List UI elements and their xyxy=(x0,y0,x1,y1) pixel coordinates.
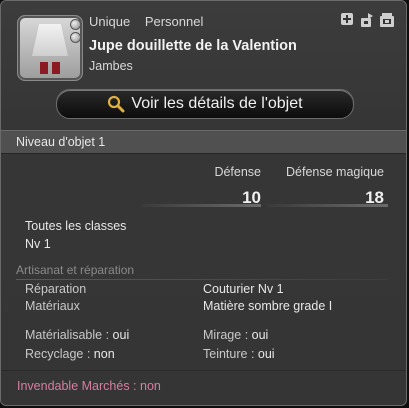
dye-label: Teinture xyxy=(203,347,248,361)
item-level: Niveau d'objet 1 xyxy=(16,135,106,149)
recycle-separator: : xyxy=(83,347,94,361)
plus-icon[interactable] xyxy=(339,12,355,28)
materialize-value: oui xyxy=(112,328,130,342)
class-restriction: Toutes les classes xyxy=(25,219,127,233)
magnifier-icon xyxy=(108,95,125,113)
materialize-separator: : xyxy=(102,328,113,342)
materialize-label: Matérialisable xyxy=(25,328,103,342)
defense-label: Défense xyxy=(214,165,261,179)
item-category: Jambes xyxy=(89,59,133,73)
recycle-label: Recyclage xyxy=(25,347,84,361)
tag-personal: Personnel xyxy=(144,14,204,29)
dye-value: oui xyxy=(257,347,275,361)
unique-marker-icon xyxy=(70,19,81,30)
repair-label: Réparation xyxy=(25,282,87,296)
legwear-right xyxy=(52,62,60,74)
materialize-property: Matérialisable : oui xyxy=(25,328,129,342)
crafting-section-title: Artisanat et réparation xyxy=(16,263,389,280)
recycle-value: non xyxy=(93,347,115,361)
market-separator: : xyxy=(129,379,140,393)
magic-defense-underline xyxy=(267,204,388,207)
market-value: non xyxy=(140,379,161,393)
item-tags: Unique Personnel xyxy=(89,14,214,29)
repair-value: Couturier Nv 1 xyxy=(203,282,284,296)
crate-icon[interactable] xyxy=(379,12,395,28)
magic-defense-label: Défense magique xyxy=(286,165,384,179)
personal-marker-icon xyxy=(70,32,81,43)
item-tooltip: Unique Personnel Jupe douillette de la V… xyxy=(0,0,407,406)
tag-unique: Unique xyxy=(89,14,131,29)
arrow-icon[interactable] xyxy=(359,12,375,28)
item-name: Jupe douillette de la Valention xyxy=(89,38,297,54)
recycle-property: Recyclage : non xyxy=(25,347,115,361)
mirage-property: Mirage : oui xyxy=(203,328,268,342)
required-level: Nv 1 xyxy=(25,237,51,251)
mirage-label: Mirage xyxy=(203,328,242,342)
defense-underline xyxy=(141,204,261,207)
market-label: Invendable Marchés xyxy=(17,379,130,393)
item-level-bar: Niveau d'objet 1 xyxy=(1,130,406,154)
view-details-label: Voir les détails de l'objet xyxy=(131,95,303,112)
dye-separator: : xyxy=(247,347,258,361)
header-icons xyxy=(339,12,395,28)
item-thumbnail[interactable] xyxy=(17,15,83,81)
skirt-image xyxy=(32,24,68,56)
mirage-value: oui xyxy=(251,328,269,342)
mirage-separator: : xyxy=(241,328,252,342)
market-status: Invendable Marchés : non xyxy=(17,379,161,393)
dye-property: Teinture : oui xyxy=(203,347,275,361)
legwear-left xyxy=(40,62,48,74)
materials-value: Matière sombre grade I xyxy=(203,299,333,313)
view-details-button[interactable]: Voir les détails de l'objet xyxy=(56,89,354,119)
materials-label: Matériaux xyxy=(25,299,80,313)
footer-divider xyxy=(1,370,406,371)
